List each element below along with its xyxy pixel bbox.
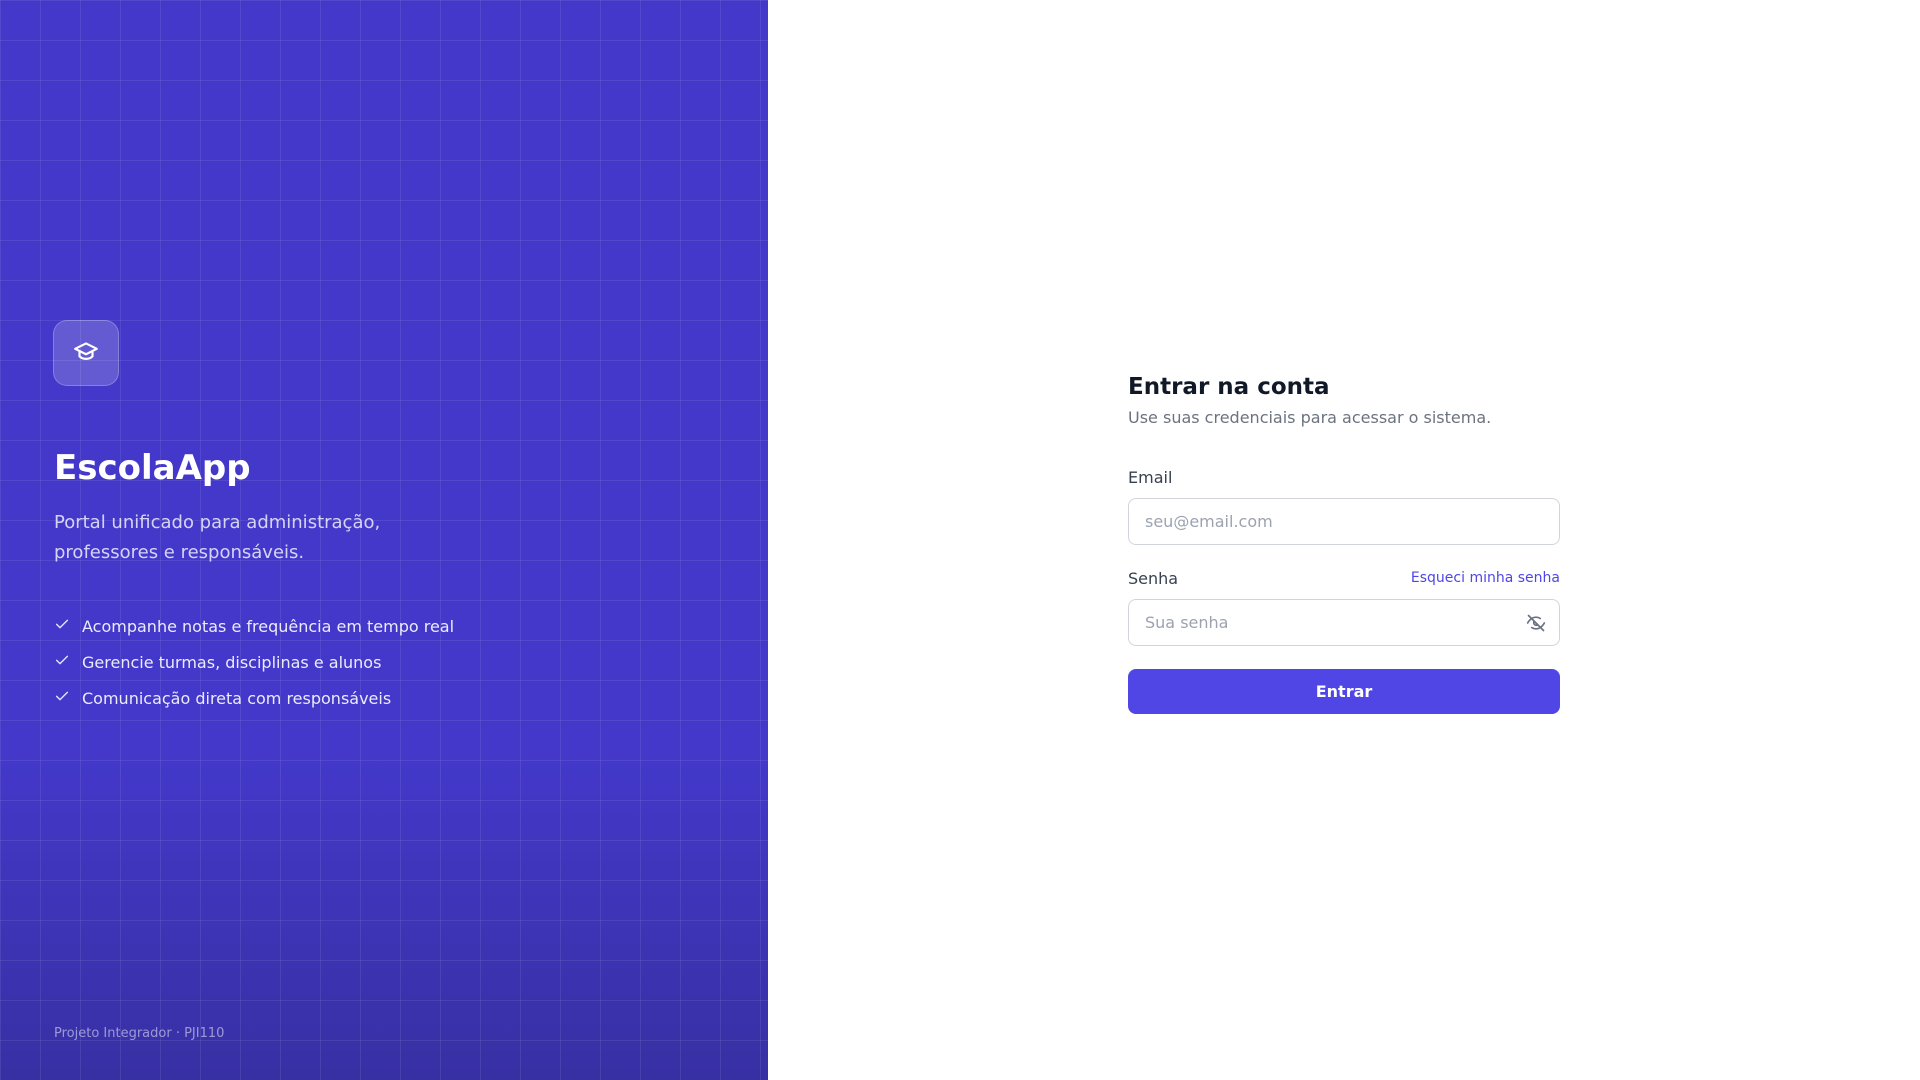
password-label-row: Senha Esqueci minha senha [1128,567,1560,589]
email-field-group: Email [1128,466,1560,545]
email-label: Email [1128,467,1173,487]
form-title: Entrar na conta [1128,374,1330,400]
eye-off-icon[interactable] [1524,611,1548,635]
brand-panel: EscolaApp Portal unificado para administ… [0,0,768,1080]
app-tagline: Portal unificado para administração, pro… [54,512,381,563]
footer-note: Projeto Integrador · PJI110 [54,1026,225,1041]
password-input-box [1128,599,1560,646]
check-icon [54,688,82,708]
feature-item: Gerencie turmas, disciplinas e alunos [54,644,454,680]
form-subtitle: Use suas credenciais para acessar o sist… [1128,408,1492,427]
forgot-password-link[interactable]: Esqueci minha senha [1411,570,1560,586]
login-button[interactable]: Entrar [1128,669,1560,714]
email-input-box [1128,498,1560,545]
login-page: EscolaApp Portal unificado para administ… [0,0,1920,1080]
check-icon [54,616,82,636]
feature-item: Comunicação direta com responsáveis [54,680,454,716]
password-label: Senha [1128,568,1179,588]
feature-text: Gerencie turmas, disciplinas e alunos [82,652,382,672]
password-input[interactable] [1128,599,1560,646]
graduation-cap-icon [73,338,99,368]
password-field-group: Senha Esqueci minha senha [1128,567,1560,646]
email-input[interactable] [1128,498,1560,545]
feature-text: Comunicação direta com responsáveis [82,688,392,708]
check-icon [54,652,82,672]
email-label-row: Email [1128,466,1560,488]
feature-text: Acompanhe notas e frequência em tempo re… [82,616,455,636]
feature-item: Acompanhe notas e frequência em tempo re… [54,608,454,644]
app-logo [53,320,119,386]
login-form: Entrar na conta Use suas credenciais par… [1128,370,1560,714]
login-panel: Entrar na conta Use suas credenciais par… [768,0,1920,1080]
app-name: EscolaApp [54,448,251,488]
feature-list: Acompanhe notas e frequência em tempo re… [54,608,454,716]
